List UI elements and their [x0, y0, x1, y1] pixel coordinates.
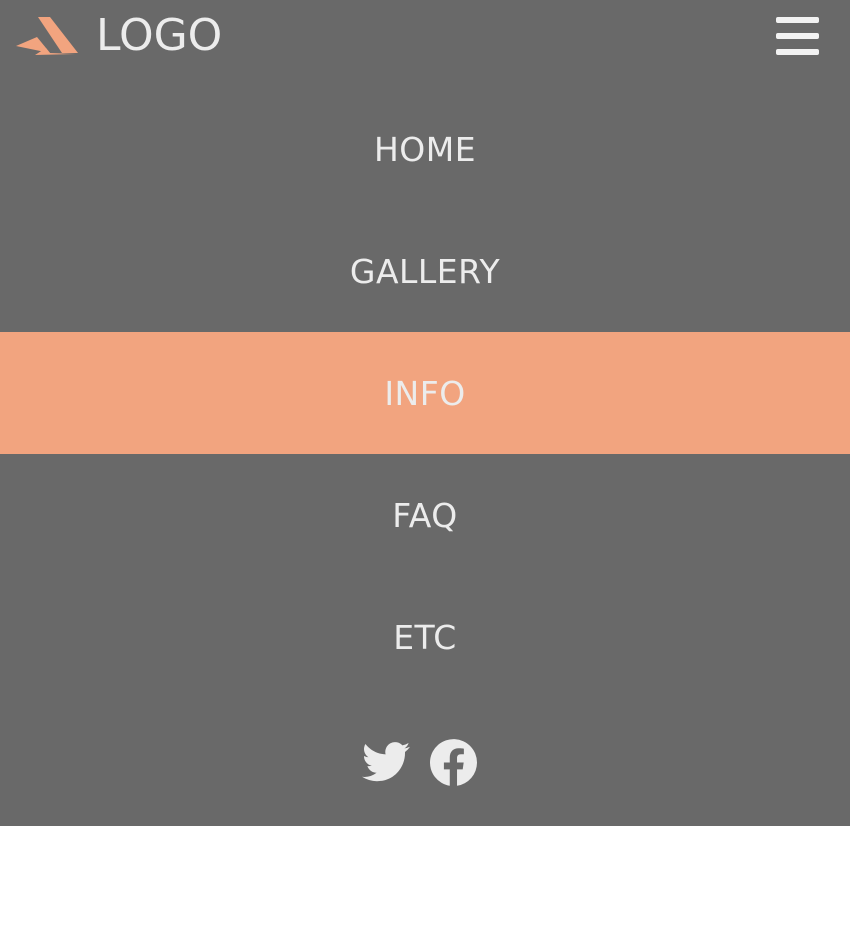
- nav-item-home[interactable]: HOME: [0, 88, 850, 210]
- main-navigation: HOME GALLERY INFO FAQ ETC: [0, 88, 850, 698]
- nav-item-gallery[interactable]: GALLERY: [0, 210, 850, 332]
- nav-item-etc[interactable]: ETC: [0, 576, 850, 698]
- twitter-icon[interactable]: [361, 742, 410, 782]
- social-links: [0, 738, 850, 786]
- logo-link[interactable]: LOGO: [16, 12, 222, 60]
- nav-item-info[interactable]: INFO: [0, 332, 850, 454]
- hamburger-menu-icon[interactable]: [776, 17, 819, 55]
- nav-item-faq[interactable]: FAQ: [0, 454, 850, 576]
- header: LOGO: [0, 0, 850, 72]
- mobile-menu-panel: LOGO HOME GALLERY INFO FAQ ETC: [0, 0, 850, 826]
- logo-text: LOGO: [96, 10, 223, 61]
- paper-plane-logo-icon: [16, 17, 78, 55]
- facebook-icon[interactable]: [429, 738, 477, 786]
